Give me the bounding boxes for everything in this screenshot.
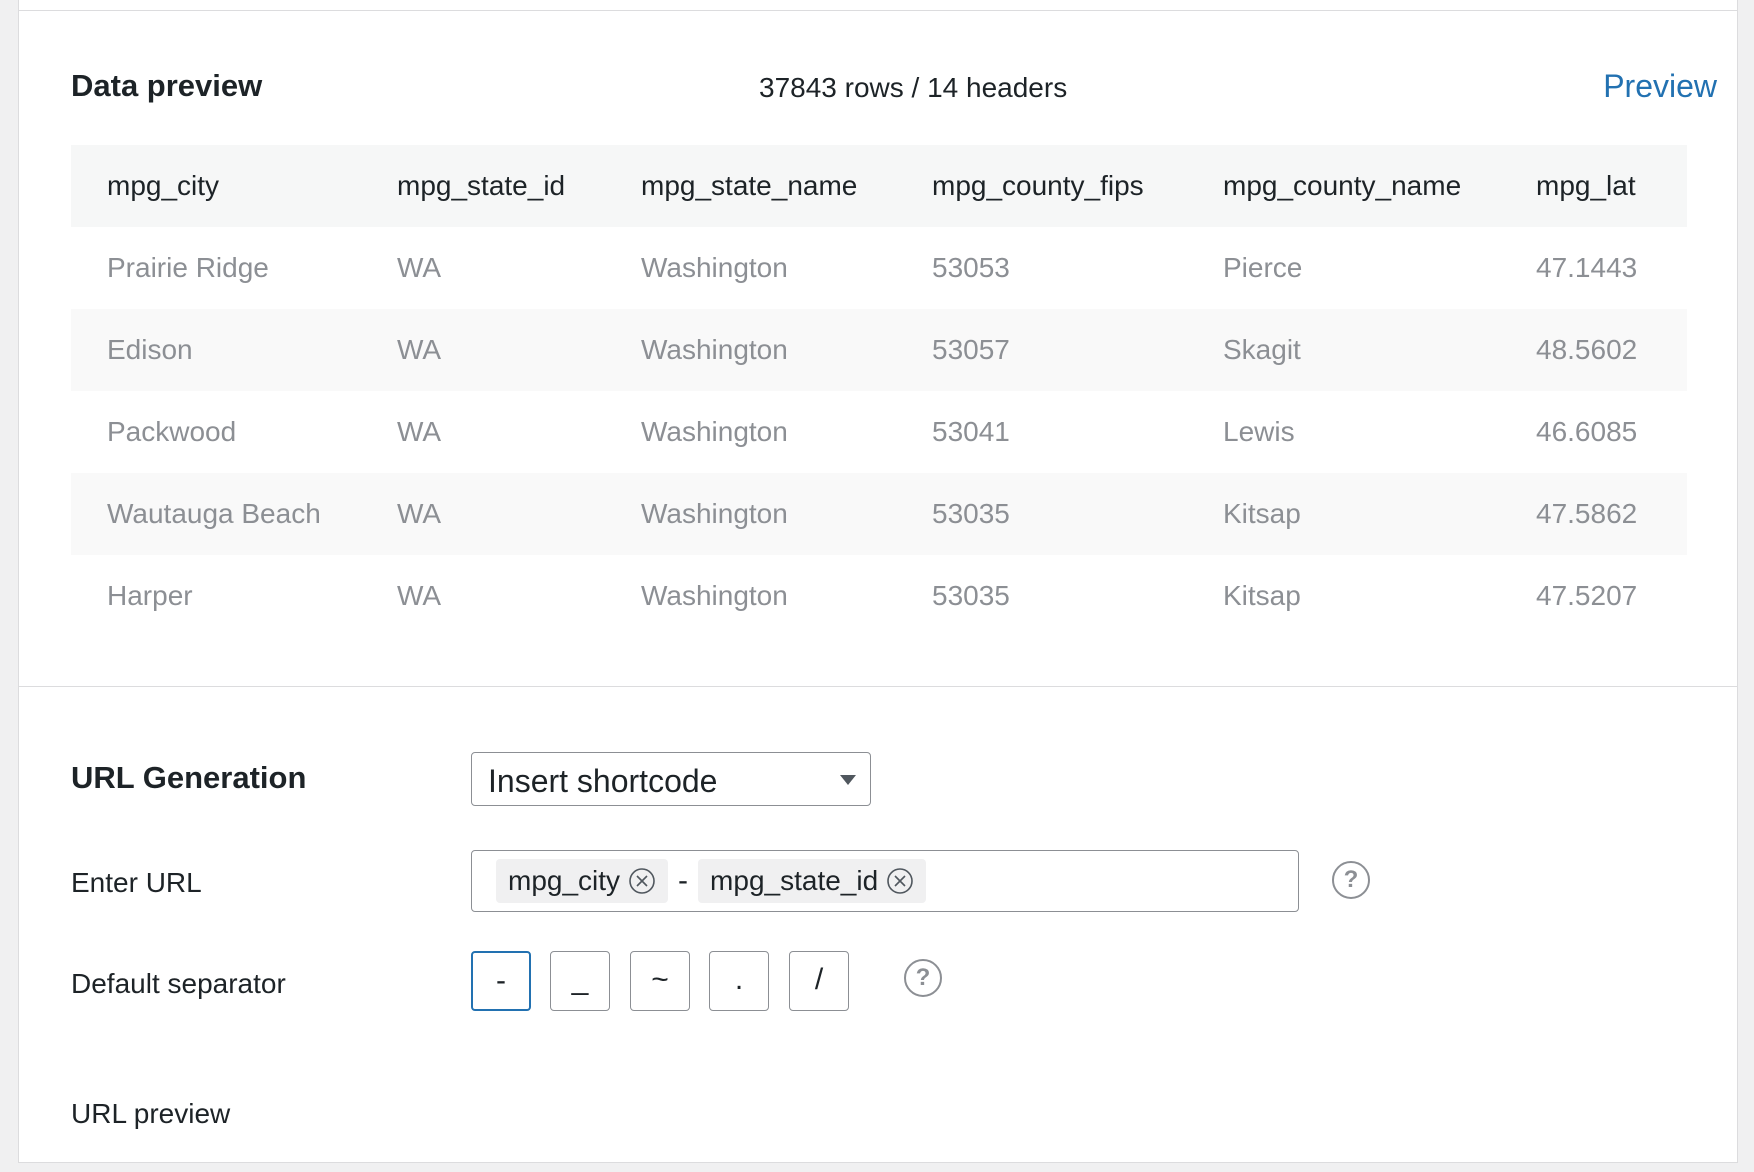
table-cell: 53053 <box>932 252 1010 283</box>
section-divider <box>19 686 1737 687</box>
table-cell: 53041 <box>932 416 1010 447</box>
chip-label: mpg_state_id <box>710 865 879 896</box>
column-header: mpg_state_name <box>641 170 858 201</box>
data-preview-title: Data preview <box>71 68 263 103</box>
column-header: mpg_county_fips <box>932 170 1144 201</box>
select-value: Insert shortcode <box>488 763 718 799</box>
table-cell: Lewis <box>1223 416 1295 447</box>
url-chip: mpg_state_id <box>698 859 927 903</box>
table-cell: 47.5207 <box>1536 580 1638 611</box>
bottom-divider <box>19 1162 1737 1163</box>
separator-button-underscore[interactable]: _ <box>550 951 610 1011</box>
table-cell: Prairie Ridge <box>107 252 269 283</box>
table-cell: Pierce <box>1223 252 1303 283</box>
table-cell: Washington <box>641 334 788 365</box>
separator-button-slash[interactable]: / <box>789 951 849 1011</box>
chip-label: mpg_city <box>508 865 621 896</box>
table-cell: Washington <box>641 416 788 447</box>
preview-link[interactable]: Preview <box>1603 68 1717 105</box>
separator-button-dash[interactable]: - <box>471 951 531 1011</box>
circle-x-icon[interactable] <box>628 867 656 895</box>
url-pattern-input[interactable]: mpg_city - mpg_state_id <box>471 850 1299 912</box>
url-generation-select[interactable]: Insert shortcode <box>471 752 871 806</box>
column-header: mpg_city <box>107 170 220 201</box>
question-circle-icon[interactable]: ? <box>904 959 942 997</box>
table-row: Packwood WA Washington 53041 Lewis 46.60… <box>71 391 1687 473</box>
top-divider <box>19 10 1737 11</box>
column-header: mpg_county_name <box>1223 170 1462 201</box>
url-chip: mpg_city <box>496 859 669 903</box>
table-cell: 53035 <box>932 498 1010 529</box>
url-generation-title: URL Generation <box>71 760 307 795</box>
table-cell: 47.5862 <box>1536 498 1638 529</box>
separator-button-dot[interactable]: . <box>709 951 769 1011</box>
table-cell: 47.1443 <box>1536 252 1638 283</box>
table-cell: 48.5602 <box>1536 334 1638 365</box>
table-cell: WA <box>397 252 442 283</box>
settings-panel: Data preview 37843 rows / 14 headers Pre… <box>18 0 1738 1163</box>
table-cell: Washington <box>641 580 788 611</box>
table-cell: Washington <box>641 498 788 529</box>
table-cell: Kitsap <box>1223 498 1301 529</box>
table-cell: Skagit <box>1223 334 1301 365</box>
table-row: Edison WA Washington 53057 Skagit 48.560… <box>71 309 1687 391</box>
separator-button-tilde[interactable]: ~ <box>630 951 690 1011</box>
table-cell: Packwood <box>107 416 237 447</box>
table-row: Prairie Ridge WA Washington 53053 Pierce… <box>71 227 1687 309</box>
table-header-row: mpg_city mpg_state_id mpg_state_name mpg… <box>71 145 1687 227</box>
table-cell: Edison <box>107 334 193 365</box>
table-row: Harper WA Washington 53035 Kitsap 47.520… <box>71 555 1687 637</box>
row-header-count: 37843 rows / 14 headers <box>759 72 1068 103</box>
table-cell: Wautauga Beach <box>107 498 321 529</box>
table-cell: WA <box>397 416 442 447</box>
url-preview-label: URL preview <box>71 1098 231 1129</box>
default-separator-label: Default separator <box>71 968 286 999</box>
question-circle-icon[interactable]: ? <box>1332 861 1370 899</box>
circle-x-icon[interactable] <box>886 867 914 895</box>
table-cell: WA <box>397 334 442 365</box>
table-cell: Washington <box>641 252 788 283</box>
table-cell: 53035 <box>932 580 1010 611</box>
table-cell: Kitsap <box>1223 580 1301 611</box>
table-cell: WA <box>397 498 442 529</box>
table-cell: WA <box>397 580 442 611</box>
data-preview-table: mpg_city mpg_state_id mpg_state_name mpg… <box>71 145 1687 637</box>
chip-separator: - <box>678 864 689 897</box>
enter-url-label: Enter URL <box>71 867 202 898</box>
column-header: mpg_state_id <box>397 170 566 201</box>
column-header: mpg_lat <box>1536 170 1636 201</box>
table-cell: Harper <box>107 580 193 611</box>
table-cell: 53057 <box>932 334 1010 365</box>
table-row: Wautauga Beach WA Washington 53035 Kitsa… <box>71 473 1687 555</box>
table-cell: 46.6085 <box>1536 416 1638 447</box>
caret-down-icon <box>840 775 856 785</box>
